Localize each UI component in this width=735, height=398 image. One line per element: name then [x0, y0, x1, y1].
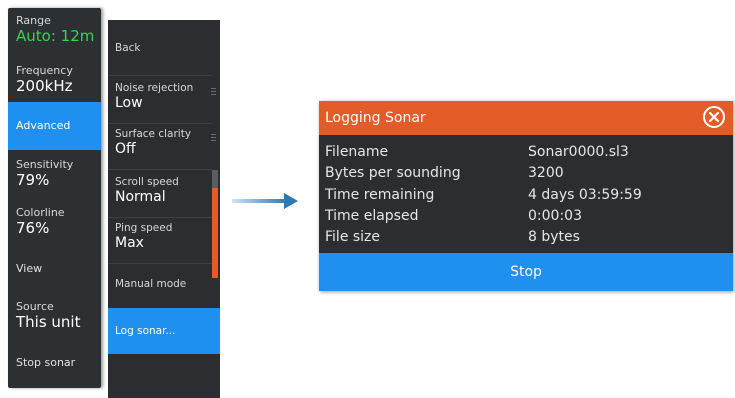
- scroll-speed-value: Normal: [115, 189, 166, 205]
- menu-item-range[interactable]: Range Auto: 12m: [8, 14, 101, 58]
- info-value: Sonar0000.sl3: [528, 144, 629, 160]
- colorline-label: Colorline: [16, 206, 65, 219]
- frequency-value: 200kHz: [16, 77, 73, 95]
- close-icon[interactable]: [703, 106, 725, 128]
- submenu-item-ping-speed[interactable]: Ping speed Max: [108, 222, 212, 262]
- manual-mode-label: Manual mode: [115, 278, 187, 290]
- source-value: This unit: [16, 313, 81, 331]
- info-row-filename: Filename Sonar0000.sl3: [325, 142, 725, 162]
- stop-sonar-label: Stop sonar: [16, 356, 76, 369]
- right-arrow-icon: [232, 193, 298, 209]
- divider: [108, 169, 212, 170]
- back-label: Back: [115, 42, 141, 54]
- info-key: File size: [325, 229, 381, 245]
- submenu-item-surface-clarity[interactable]: Surface clarity Off: [108, 128, 212, 168]
- menu-item-advanced[interactable]: Advanced: [8, 102, 101, 150]
- info-row-time-elapsed: Time elapsed 0:00:03: [325, 206, 725, 226]
- menu-item-colorline[interactable]: Colorline 76%: [8, 206, 101, 244]
- divider: [108, 217, 212, 218]
- info-key: Filename: [325, 144, 389, 160]
- drag-grip-icon: [211, 134, 216, 142]
- submenu-item-noise-rejection[interactable]: Noise rejection Low: [108, 82, 212, 122]
- submenu-item-back[interactable]: Back: [108, 42, 212, 66]
- advanced-label: Advanced: [16, 119, 71, 132]
- divider: [108, 75, 212, 76]
- advanced-submenu: Back Noise rejection Low Surface clarity…: [108, 20, 220, 398]
- noise-rejection-value: Low: [115, 95, 143, 111]
- divider: [108, 263, 212, 264]
- menu-item-view[interactable]: View: [8, 262, 101, 286]
- menu-item-sensitivity[interactable]: Sensitivity 79%: [8, 158, 101, 196]
- info-value: 8 bytes: [528, 229, 580, 245]
- log-sonar-label: Log sonar...: [115, 325, 176, 337]
- surface-clarity-value: Off: [115, 141, 136, 157]
- scrollbar-thumb[interactable]: [212, 188, 218, 278]
- submenu-item-manual-mode[interactable]: Manual mode: [108, 278, 212, 302]
- submenu-item-log-sonar[interactable]: Log sonar...: [108, 308, 220, 354]
- range-value: Auto: 12m: [16, 27, 95, 45]
- source-label: Source: [16, 300, 54, 313]
- logging-sonar-dialog: Logging Sonar Filename Sonar0000.sl3 Byt…: [319, 101, 733, 291]
- ping-speed-label: Ping speed: [115, 222, 173, 234]
- colorline-value: 76%: [16, 219, 50, 237]
- dialog-title-bar: Logging Sonar: [319, 101, 733, 135]
- sensitivity-value: 79%: [16, 171, 50, 189]
- scrollbar-cap: [212, 170, 218, 188]
- info-key: Time remaining: [325, 187, 435, 203]
- info-value: 0:00:03: [528, 208, 582, 224]
- info-value: 4 days 03:59:59: [528, 187, 642, 203]
- stop-button[interactable]: Stop: [319, 253, 733, 291]
- divider: [108, 123, 212, 124]
- menu-item-frequency[interactable]: Frequency 200kHz: [8, 64, 101, 102]
- info-row-bytes-per-sounding: Bytes per sounding 3200: [325, 163, 725, 183]
- sensitivity-label: Sensitivity: [16, 158, 74, 171]
- sonar-menu: Range Auto: 12m Frequency 200kHz Advance…: [8, 8, 101, 388]
- noise-rejection-label: Noise rejection: [115, 82, 194, 94]
- menu-item-stop-sonar[interactable]: Stop sonar: [8, 356, 101, 380]
- surface-clarity-label: Surface clarity: [115, 128, 192, 140]
- menu-item-source[interactable]: Source This unit: [8, 300, 101, 338]
- dialog-title: Logging Sonar: [325, 110, 426, 126]
- scroll-speed-label: Scroll speed: [115, 176, 179, 188]
- frequency-label: Frequency: [16, 64, 73, 77]
- view-label: View: [16, 262, 43, 275]
- info-key: Time elapsed: [325, 208, 419, 224]
- info-key: Bytes per sounding: [325, 165, 461, 181]
- info-row-time-remaining: Time remaining 4 days 03:59:59: [325, 185, 725, 205]
- info-row-file-size: File size 8 bytes: [325, 227, 725, 247]
- drag-grip-icon: [211, 88, 216, 96]
- submenu-item-scroll-speed[interactable]: Scroll speed Normal: [108, 176, 212, 216]
- range-label: Range: [16, 14, 51, 27]
- ping-speed-value: Max: [115, 235, 144, 251]
- info-value: 3200: [528, 165, 564, 181]
